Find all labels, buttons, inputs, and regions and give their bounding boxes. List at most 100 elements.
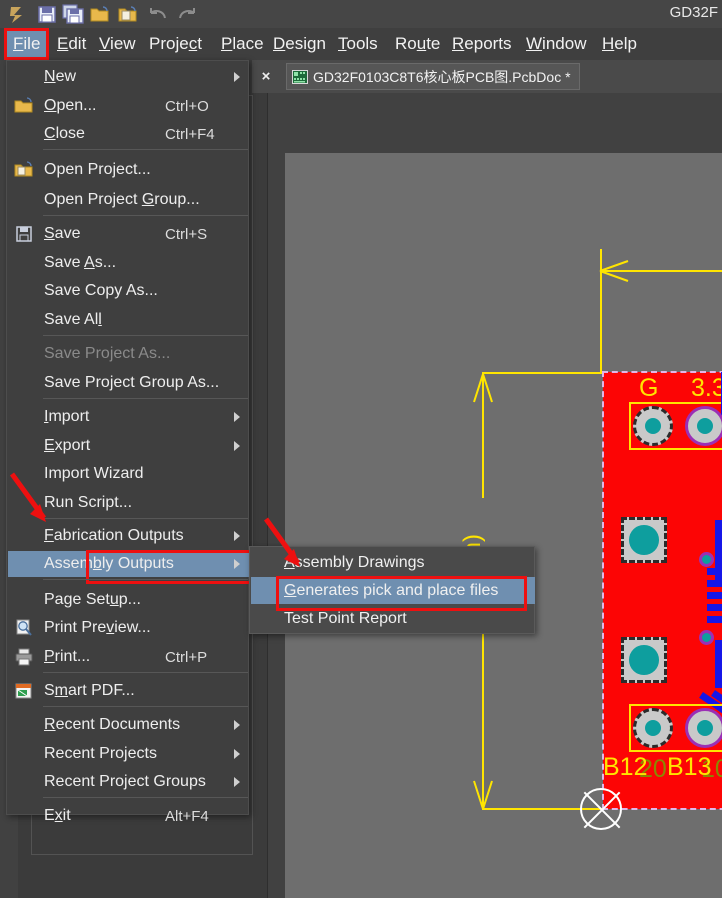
menu-save-shortcut: Ctrl+S [165, 225, 208, 243]
trace-segment [707, 592, 722, 599]
submenu-pick-and-place-label: Generates pick and place files [284, 581, 499, 599]
menu-import[interactable]: Import [8, 404, 249, 430]
menu-open-label: Open... [44, 97, 97, 114]
submenu-test-point-report-label: Test Point Report [284, 609, 407, 627]
chevron-right-icon [234, 441, 240, 451]
chevron-right-icon [234, 72, 240, 82]
dimension-line-top [600, 270, 722, 272]
menu-save[interactable]: Save Ctrl+S [8, 221, 249, 247]
menu-export[interactable]: Export [8, 433, 249, 459]
menu-export-label: Export [44, 437, 91, 454]
dimension-tick-top [482, 372, 602, 374]
menu-separator [43, 215, 248, 216]
menu-recent-documents[interactable]: Recent Documents [8, 712, 249, 738]
menu-edit[interactable]: Edit [50, 31, 93, 57]
menu-import-wizard[interactable]: Import Wizard [8, 461, 249, 487]
menu-open-project[interactable]: Open Project... [8, 157, 249, 183]
menu-save-all[interactable]: Save All [8, 307, 249, 333]
menu-new[interactable]: New [8, 64, 249, 90]
open-folder-icon[interactable] [89, 4, 111, 25]
menu-view[interactable]: View [92, 31, 143, 57]
menu-save-copy-as[interactable]: Save Copy As... [8, 278, 249, 304]
altium-logo-icon[interactable] [6, 4, 28, 25]
menu-print-preview[interactable]: Print Preview... [8, 615, 249, 641]
silk-label-b12: B12 [603, 753, 648, 781]
chevron-right-icon [234, 531, 240, 541]
menu-project[interactable]: Project [142, 31, 209, 57]
printer-icon [14, 647, 34, 667]
save-all-icon[interactable] [62, 4, 84, 25]
pcb-board-outline[interactable]: G 3.3 20 10 B12 B13 [602, 371, 722, 810]
submenu-test-point-report[interactable]: Test Point Report [251, 605, 535, 632]
pad-through-hole[interactable] [685, 708, 722, 748]
menu-fabrication-outputs-label: Fabrication Outputs [44, 527, 184, 544]
via[interactable] [699, 630, 714, 645]
menu-help[interactable]: Help [595, 31, 644, 57]
menu-save-as[interactable]: Save As... [8, 250, 249, 276]
menu-open-shortcut: Ctrl+O [165, 97, 209, 115]
menu-separator [43, 398, 248, 399]
menu-open-project-group[interactable]: Open Project Group... [8, 187, 249, 213]
menu-close-label: Close [44, 125, 85, 142]
menu-smart-pdf[interactable]: Smart PDF... [8, 678, 249, 704]
chevron-right-icon [234, 720, 240, 730]
title-bar: GD32F [0, 0, 722, 28]
document-tab-pcb[interactable]: GD32F0103C8T6核心板PCB图.PcbDoc * [286, 63, 580, 90]
menu-save-project-group-as[interactable]: Save Project Group As... [8, 370, 249, 396]
via[interactable] [699, 552, 714, 567]
window-title: GD32F [669, 4, 718, 21]
menu-run-script[interactable]: Run Script... [8, 490, 249, 516]
pcb-document-icon [292, 69, 308, 84]
menu-reports[interactable]: Reports [445, 31, 519, 57]
dimension-arrowhead-up [473, 373, 493, 403]
close-document-button[interactable]: × [252, 60, 280, 93]
menu-place[interactable]: Place [214, 31, 271, 57]
pad-through-hole[interactable] [633, 406, 673, 446]
dimension-arrowhead-down [473, 780, 493, 810]
submenu-pick-and-place[interactable]: Generates pick and place files [251, 576, 535, 611]
menu-exit-label: Exit [44, 807, 71, 824]
dimension-shaft-upper [482, 374, 484, 498]
chevron-right-icon [234, 412, 240, 422]
pcb-canvas[interactable]: (mm) G 3.3 [285, 153, 722, 898]
save-icon[interactable] [36, 4, 58, 25]
silk-label-b13: B13 [667, 753, 712, 781]
menu-save-all-label: Save All [44, 311, 102, 328]
save-icon [14, 224, 34, 244]
trace-segment [707, 604, 722, 611]
pad-through-hole[interactable] [685, 406, 722, 446]
menu-recent-projects[interactable]: Recent Projects [8, 741, 249, 767]
menu-open-project-label: Open Project... [44, 161, 151, 178]
open-folder-icon [14, 96, 34, 116]
menu-open[interactable]: Open... Ctrl+O [8, 93, 249, 119]
pad-smd-square[interactable] [621, 517, 667, 563]
menu-run-script-label: Run Script... [44, 494, 133, 511]
menu-assembly-outputs[interactable]: Assembly Outputs [8, 550, 252, 584]
menu-tools[interactable]: Tools [331, 31, 385, 57]
menu-separator [43, 672, 248, 673]
menu-page-setup-label: Page Setup... [44, 591, 141, 608]
menu-smart-pdf-label: Smart PDF... [44, 682, 135, 699]
pad-smd-square[interactable] [621, 637, 667, 683]
pad-through-hole[interactable] [633, 708, 673, 748]
undo-icon[interactable] [147, 4, 169, 25]
menu-exit[interactable]: Exit Alt+F4 [8, 803, 249, 829]
submenu-assembly-drawings-label: Assembly Drawings [284, 553, 425, 571]
open-project-icon[interactable] [117, 4, 139, 25]
menu-fabrication-outputs[interactable]: Fabrication Outputs [8, 523, 249, 549]
menu-file[interactable]: File [3, 28, 50, 60]
menu-save-project-as-label: Save Project As... [44, 345, 171, 362]
chevron-right-icon [234, 777, 240, 787]
menu-window[interactable]: Window [519, 31, 593, 57]
menu-print-shortcut: Ctrl+P [165, 648, 208, 666]
menu-recent-documents-label: Recent Documents [44, 716, 181, 733]
menu-design[interactable]: Design [266, 31, 333, 57]
redo-icon[interactable] [176, 4, 198, 25]
menu-page-setup[interactable]: Page Setup... [8, 587, 249, 613]
menu-route[interactable]: Route [388, 31, 447, 57]
menu-close[interactable]: Close Ctrl+F4 [8, 121, 249, 147]
trace-segment [715, 520, 722, 528]
menu-recent-project-groups[interactable]: Recent Project Groups [8, 769, 249, 795]
menu-print[interactable]: Print... Ctrl+P [8, 644, 249, 670]
submenu-assembly-drawings[interactable]: Assembly Drawings [251, 549, 535, 576]
